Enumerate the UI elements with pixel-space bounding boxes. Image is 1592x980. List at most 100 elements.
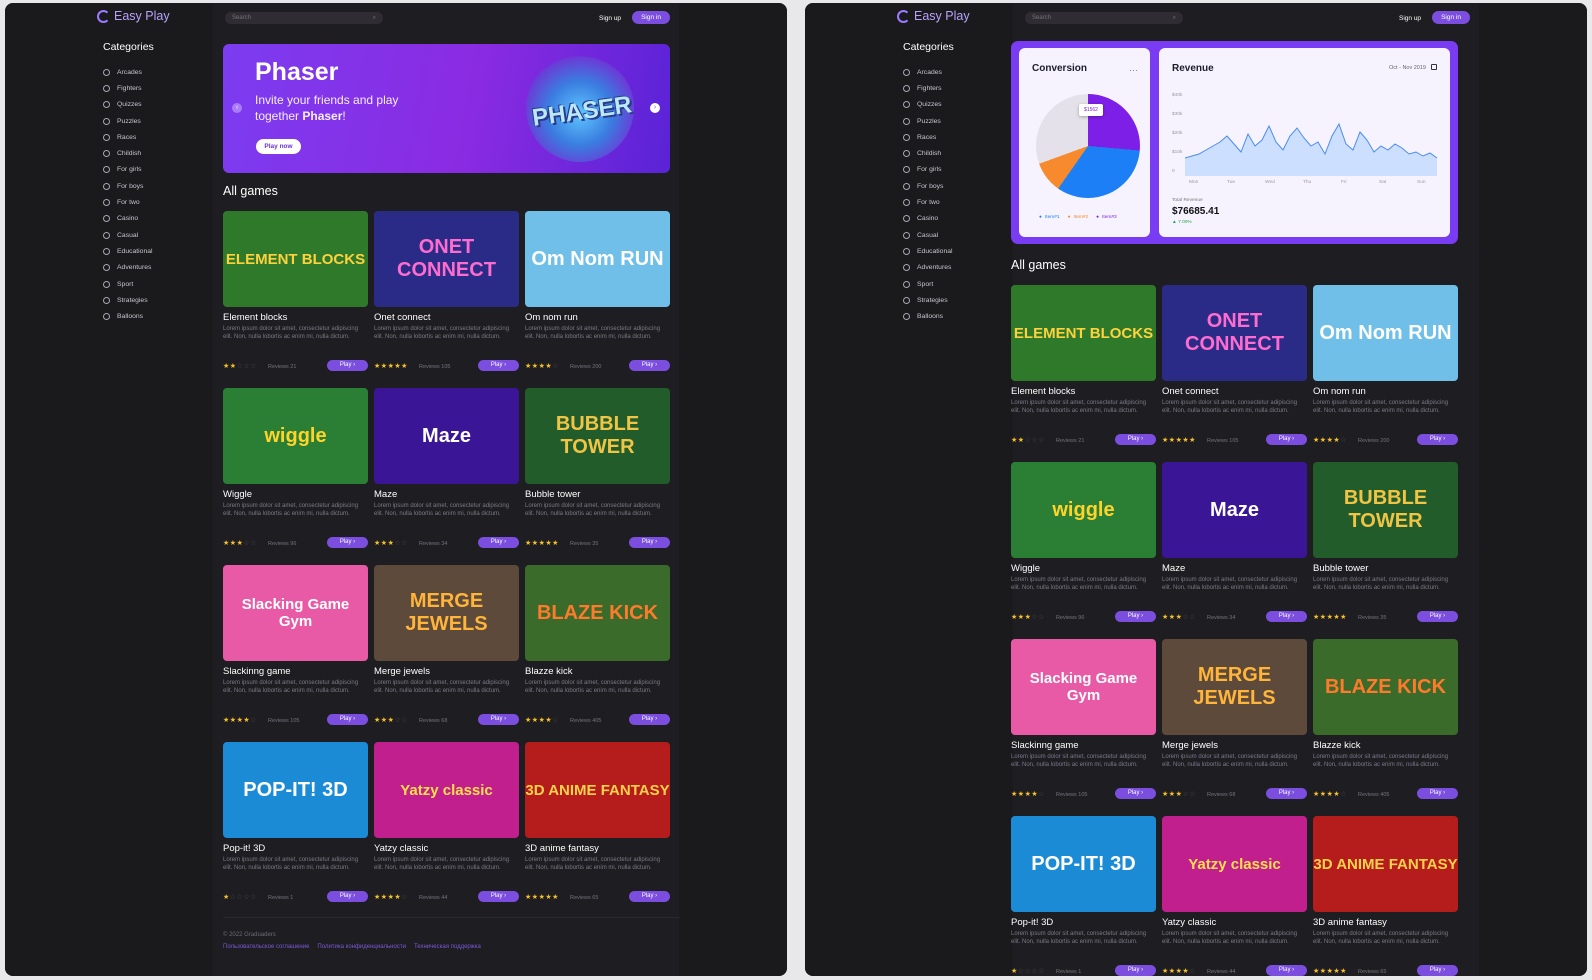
game-title[interactable]: Om nom run <box>1313 386 1366 397</box>
sidebar-item-sport[interactable]: Sport <box>103 276 153 292</box>
game-title[interactable]: Maze <box>1162 563 1185 574</box>
footer-link[interactable]: Политика конфиденциальности <box>317 944 406 950</box>
game-card[interactable]: 3D ANIME FANTASY 3D anime fantasy Lorem ip… <box>525 742 670 907</box>
game-title[interactable]: Bubble tower <box>525 489 580 500</box>
game-thumbnail[interactable]: Yatzy classic <box>1162 816 1307 912</box>
game-title[interactable]: 3D anime fantasy <box>1313 917 1387 928</box>
game-title[interactable]: Yatzy classic <box>374 843 428 854</box>
play-button[interactable]: Play › <box>1266 788 1307 799</box>
game-title[interactable]: Bubble tower <box>1313 563 1368 574</box>
signup-link[interactable]: Sign up <box>599 15 621 22</box>
game-title[interactable]: Pop-it! 3D <box>1011 917 1053 928</box>
search-icon[interactable]: ⌕ <box>373 12 376 24</box>
play-button[interactable]: Play › <box>478 537 519 548</box>
game-card[interactable]: BLAZE KICK Blazze kick Lorem ipsum dolor s… <box>1313 639 1458 804</box>
game-card[interactable]: 3D ANIME FANTASY 3D anime fantasy Lorem ip… <box>1313 816 1458 976</box>
game-title[interactable]: Onet connect <box>374 312 431 323</box>
sidebar-item-arcades[interactable]: Arcades <box>903 64 953 80</box>
game-card[interactable]: POP-IT! 3D Pop-it! 3D Lorem ipsum dolor si… <box>1011 816 1156 976</box>
sidebar-item-puzzles[interactable]: Puzzles <box>903 113 953 129</box>
play-button[interactable]: Play › <box>629 537 670 548</box>
play-button[interactable]: Play › <box>1115 965 1156 976</box>
game-title[interactable]: Blazze kick <box>1313 740 1361 751</box>
game-thumbnail[interactable]: POP-IT! 3D <box>1011 816 1156 912</box>
game-card[interactable]: ELEMENT BLOCKS Element blocks Lorem ipsum … <box>1011 285 1156 450</box>
game-thumbnail[interactable]: Om Nom RUN <box>1313 285 1458 381</box>
game-card[interactable]: BLAZE KICK Blazze kick Lorem ipsum dolor s… <box>525 565 670 730</box>
play-button[interactable]: Play › <box>478 891 519 902</box>
play-button[interactable]: Play › <box>327 360 368 371</box>
search-icon[interactable]: ⌕ <box>1173 12 1176 24</box>
game-thumbnail[interactable]: Slacking Game Gym <box>223 565 368 661</box>
sidebar-item-casino[interactable]: Casino <box>103 211 153 227</box>
game-thumbnail[interactable]: wiggle <box>1011 462 1156 558</box>
logo[interactable]: Easy Play <box>897 9 970 23</box>
game-title[interactable]: Slackinng game <box>1011 740 1079 751</box>
logo[interactable]: Easy Play <box>97 9 170 23</box>
game-title[interactable]: Onet connect <box>1162 386 1219 397</box>
play-button[interactable]: Play › <box>1115 434 1156 445</box>
play-button[interactable]: Play › <box>327 891 368 902</box>
sidebar-item-quizzes[interactable]: Quizzes <box>903 97 953 113</box>
game-card[interactable]: MERGE JEWELS Merge jewels Lorem ipsum dolo… <box>374 565 519 730</box>
play-button[interactable]: Play › <box>629 714 670 725</box>
search-input[interactable]: Search ⌕ <box>1025 12 1183 24</box>
game-thumbnail[interactable]: Maze <box>1162 462 1307 558</box>
play-button[interactable]: Play › <box>1417 434 1458 445</box>
game-title[interactable]: Yatzy classic <box>1162 917 1216 928</box>
game-thumbnail[interactable]: BUBBLE TOWER <box>525 388 670 484</box>
sidebar-item-casual[interactable]: Casual <box>103 227 153 243</box>
game-thumbnail[interactable]: ONET CONNECT <box>1162 285 1307 381</box>
sidebar-item-for-girls[interactable]: For girls <box>903 162 953 178</box>
play-button[interactable]: Play › <box>1266 434 1307 445</box>
sidebar-item-strategies[interactable]: Strategies <box>903 292 953 308</box>
play-button[interactable]: Play › <box>1115 788 1156 799</box>
game-thumbnail[interactable]: MERGE JEWELS <box>1162 639 1307 735</box>
signup-link[interactable]: Sign up <box>1399 15 1421 22</box>
footer-link[interactable]: Пользовательское соглашение <box>223 944 309 950</box>
sidebar-item-strategies[interactable]: Strategies <box>103 292 153 308</box>
play-button[interactable]: Play › <box>629 360 670 371</box>
game-title[interactable]: Merge jewels <box>374 666 430 677</box>
game-thumbnail[interactable]: POP-IT! 3D <box>223 742 368 838</box>
game-title[interactable]: Element blocks <box>1011 386 1075 397</box>
game-card[interactable]: Yatzy classic Yatzy classic Lorem ipsum do… <box>1162 816 1307 976</box>
sidebar-item-adventures[interactable]: Adventures <box>103 260 153 276</box>
sidebar-item-educational[interactable]: Educational <box>103 243 153 259</box>
game-title[interactable]: Wiggle <box>1011 563 1040 574</box>
game-thumbnail[interactable]: ELEMENT BLOCKS <box>1011 285 1156 381</box>
game-title[interactable]: Slackinng game <box>223 666 291 677</box>
sidebar-item-educational[interactable]: Educational <box>903 243 953 259</box>
play-button[interactable]: Play › <box>478 714 519 725</box>
next-slide-icon[interactable]: › <box>650 103 660 113</box>
date-range[interactable]: Oct - Nov 2019 <box>1389 65 1426 71</box>
signin-button[interactable]: Sign in <box>632 11 670 24</box>
game-title[interactable]: 3D anime fantasy <box>525 843 599 854</box>
game-thumbnail[interactable]: 3D ANIME FANTASY <box>525 742 670 838</box>
game-card[interactable]: Slacking Game Gym Slackinng game Lorem ips… <box>223 565 368 730</box>
sidebar-item-for-boys[interactable]: For boys <box>103 178 153 194</box>
sidebar-item-childish[interactable]: Childish <box>903 145 953 161</box>
sidebar-item-adventures[interactable]: Adventures <box>903 260 953 276</box>
search-input[interactable]: Search ⌕ <box>225 12 383 24</box>
game-thumbnail[interactable]: BLAZE KICK <box>1313 639 1458 735</box>
play-button[interactable]: Play › <box>1417 965 1458 976</box>
game-card[interactable]: wiggle Wiggle Lorem ipsum dolor sit amet, … <box>223 388 368 553</box>
game-card[interactable]: POP-IT! 3D Pop-it! 3D Lorem ipsum dolor si… <box>223 742 368 907</box>
sidebar-item-for-boys[interactable]: For boys <box>903 178 953 194</box>
game-thumbnail[interactable]: BUBBLE TOWER <box>1313 462 1458 558</box>
game-title[interactable]: Blazze kick <box>525 666 573 677</box>
play-now-button[interactable]: Play now <box>256 139 301 154</box>
play-button[interactable]: Play › <box>327 714 368 725</box>
sidebar-item-fighters[interactable]: Fighters <box>903 80 953 96</box>
game-card[interactable]: MERGE JEWELS Merge jewels Lorem ipsum dolo… <box>1162 639 1307 804</box>
play-button[interactable]: Play › <box>327 537 368 548</box>
game-title[interactable]: Maze <box>374 489 397 500</box>
play-button[interactable]: Play › <box>1115 611 1156 622</box>
game-card[interactable]: Slacking Game Gym Slackinng game Lorem ips… <box>1011 639 1156 804</box>
sidebar-item-for-two[interactable]: For two <box>903 194 953 210</box>
game-card[interactable]: Om Nom RUN Om nom run Lorem ipsum dolor si… <box>525 211 670 376</box>
game-thumbnail[interactable]: ONET CONNECT <box>374 211 519 307</box>
game-card[interactable]: Maze Maze Lorem ipsum dolor sit amet, cons… <box>1162 462 1307 627</box>
play-button[interactable]: Play › <box>1266 965 1307 976</box>
